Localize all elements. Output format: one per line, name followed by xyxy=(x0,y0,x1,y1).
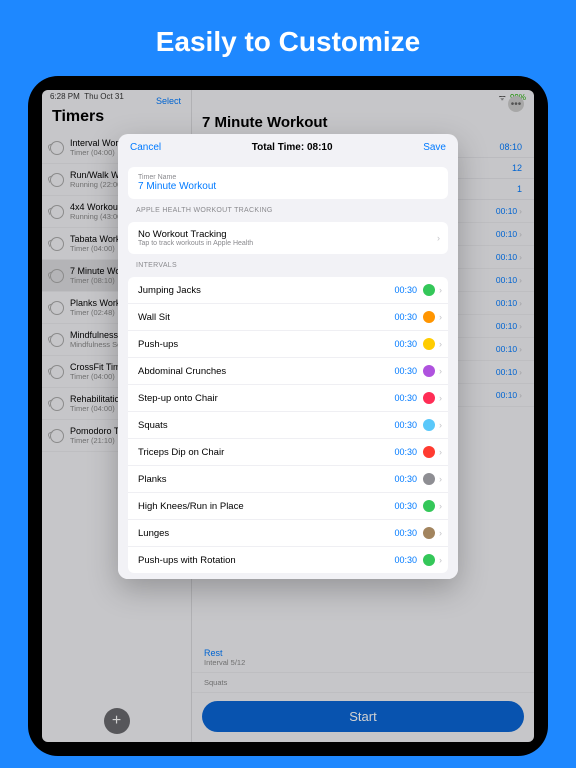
interval-row[interactable]: Planks00:30 › xyxy=(128,466,448,493)
interval-row[interactable]: Lunges00:30 › xyxy=(128,520,448,547)
interval-name: Planks xyxy=(138,474,394,485)
color-dot xyxy=(423,446,435,458)
chevron-right-icon: › xyxy=(439,528,442,538)
color-dot xyxy=(423,284,435,296)
chevron-right-icon: › xyxy=(439,393,442,403)
interval-row[interactable]: Wall Sit00:30 › xyxy=(128,304,448,331)
timer-name-label: Timer Name xyxy=(138,174,438,181)
tracking-sub: Tap to track workouts in Apple Health xyxy=(138,240,438,247)
interval-name: Lunges xyxy=(138,528,394,539)
interval-duration: 00:30 xyxy=(394,555,417,565)
color-dot xyxy=(423,473,435,485)
chevron-right-icon: › xyxy=(439,420,442,430)
interval-duration: 00:30 xyxy=(394,528,417,538)
interval-row[interactable]: Abdominal Crunches00:30 › xyxy=(128,358,448,385)
edit-timer-modal: Cancel Total Time: 08:10 Save Timer Name… xyxy=(118,134,458,579)
screen: 6:28 PM Thu Oct 31 ᯤ99% Select Timers In… xyxy=(42,90,534,742)
chevron-right-icon: › xyxy=(439,366,442,376)
chevron-right-icon: › xyxy=(439,555,442,565)
color-dot xyxy=(423,392,435,404)
interval-name: High Knees/Run in Place xyxy=(138,501,394,512)
interval-name: Push-ups xyxy=(138,339,394,350)
interval-name: Jumping Jacks xyxy=(138,285,394,296)
modal-header: Cancel Total Time: 08:10 Save xyxy=(118,134,458,161)
color-dot xyxy=(423,527,435,539)
workout-tracking-row[interactable]: No Workout Tracking Tap to track workout… xyxy=(128,222,448,254)
color-dot xyxy=(423,554,435,566)
interval-duration: 00:30 xyxy=(394,339,417,349)
interval-name: Wall Sit xyxy=(138,312,394,323)
interval-duration: 00:30 xyxy=(394,420,417,430)
section-health-label: APPLE HEALTH WORKOUT TRACKING xyxy=(118,199,458,216)
color-dot xyxy=(423,500,435,512)
chevron-right-icon: › xyxy=(439,285,442,295)
interval-duration: 00:30 xyxy=(394,285,417,295)
chevron-right-icon: › xyxy=(439,312,442,322)
interval-row[interactable]: Triceps Dip on Chair00:30 › xyxy=(128,439,448,466)
interval-duration: 00:30 xyxy=(394,393,417,403)
interval-duration: 00:30 xyxy=(394,312,417,322)
tracking-title: No Workout Tracking xyxy=(138,229,438,240)
tablet-frame: 6:28 PM Thu Oct 31 ᯤ99% Select Timers In… xyxy=(28,76,548,756)
interval-row[interactable]: Jumping Jacks00:30 › xyxy=(128,277,448,304)
color-dot xyxy=(423,338,435,350)
interval-duration: 00:30 xyxy=(394,474,417,484)
chevron-right-icon: › xyxy=(439,474,442,484)
interval-duration: 00:30 xyxy=(394,366,417,376)
cancel-button[interactable]: Cancel xyxy=(130,142,161,153)
interval-duration: 00:30 xyxy=(394,501,417,511)
chevron-right-icon: › xyxy=(439,447,442,457)
interval-row[interactable]: Push-ups with Rotation00:30 › xyxy=(128,547,448,573)
interval-name: Triceps Dip on Chair xyxy=(138,447,394,458)
timer-name-value: 7 Minute Workout xyxy=(138,181,438,192)
interval-name: Step-up onto Chair xyxy=(138,393,394,404)
section-intervals-label: INTERVALS xyxy=(118,254,458,271)
interval-row[interactable]: Push-ups00:30 › xyxy=(128,331,448,358)
interval-duration: 00:30 xyxy=(394,447,417,457)
interval-name: Push-ups with Rotation xyxy=(138,555,394,566)
color-dot xyxy=(423,311,435,323)
chevron-right-icon: › xyxy=(437,233,440,243)
color-dot xyxy=(423,365,435,377)
modal-title: Total Time: 08:10 xyxy=(252,142,333,153)
chevron-right-icon: › xyxy=(439,501,442,511)
chevron-right-icon: › xyxy=(439,339,442,349)
interval-row[interactable]: High Knees/Run in Place00:30 › xyxy=(128,493,448,520)
interval-name: Squats xyxy=(138,420,394,431)
color-dot xyxy=(423,419,435,431)
interval-name: Abdominal Crunches xyxy=(138,366,394,377)
save-button[interactable]: Save xyxy=(423,142,446,153)
interval-row[interactable]: Squats00:30 › xyxy=(128,412,448,439)
interval-row[interactable]: Step-up onto Chair00:30 › xyxy=(128,385,448,412)
promo-title: Easily to Customize xyxy=(0,0,576,76)
timer-name-row[interactable]: Timer Name 7 Minute Workout xyxy=(128,167,448,199)
intervals-group: Jumping Jacks00:30›Wall Sit00:30›Push-up… xyxy=(128,277,448,573)
